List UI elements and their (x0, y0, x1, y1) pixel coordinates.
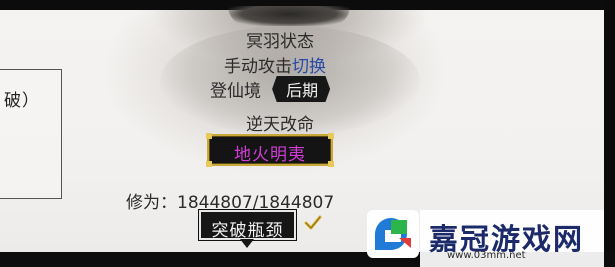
fate-title: 逆天改命 (246, 115, 314, 135)
watermark: 嘉冠游戏网 www.03mm.net (367, 210, 604, 267)
attack-switch-link[interactable]: 切换 (292, 57, 326, 77)
right-border (604, 0, 615, 267)
corner-ornament (206, 133, 212, 139)
realm-stage-badge: 后期 (272, 76, 331, 102)
logo-icon (367, 210, 419, 258)
breakthrough-pointer (240, 239, 254, 248)
technique-label: 地火明夷 (234, 145, 306, 165)
corner-ornament (328, 133, 334, 139)
attack-row: 手动攻击切换 (190, 52, 360, 77)
cultivation-label: 修为： (126, 193, 177, 213)
status-title: 冥羽状态 (246, 32, 314, 52)
breakthrough-button[interactable]: 突破瓶颈 (199, 210, 296, 241)
realm-label: 登仙境 (210, 81, 261, 102)
attack-mode-label: 手动攻击 (224, 57, 292, 77)
realm-row: 登仙境 后期 (210, 76, 331, 102)
watermark-url: www.03mm.net (447, 250, 526, 261)
side-panel-text: 破） (4, 91, 40, 111)
breakthrough-label: 突破瓶颈 (211, 221, 284, 241)
game-screen: 破） 冥羽状态 手动攻击切换 登仙境 后期 逆天改命 地火明夷 修为：18448… (0, 0, 615, 267)
check-icon (304, 215, 322, 230)
top-ornament (228, 6, 350, 26)
technique-button[interactable]: 地火明夷 (206, 133, 334, 167)
